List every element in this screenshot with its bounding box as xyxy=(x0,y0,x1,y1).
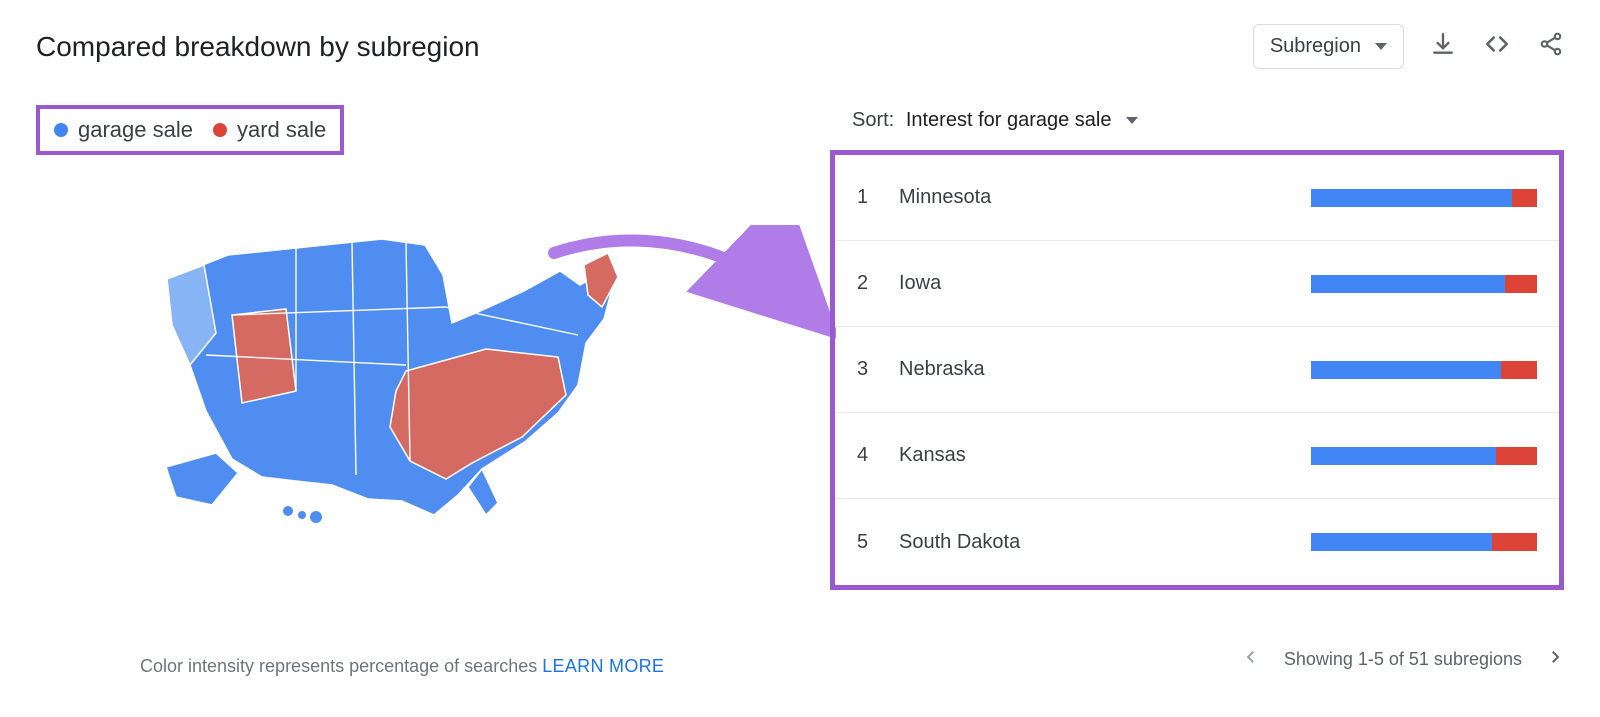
bar-seg-red xyxy=(1512,189,1537,207)
table-row[interactable]: 2 Iowa xyxy=(835,241,1559,327)
bar-seg-blue xyxy=(1311,361,1501,379)
caret-down-icon xyxy=(1375,43,1387,50)
rank: 1 xyxy=(857,186,899,209)
bar-seg-blue xyxy=(1311,447,1496,465)
sort-label: Sort: xyxy=(852,109,894,131)
header-actions: Subregion xyxy=(1253,24,1564,69)
interest-bar xyxy=(1311,275,1537,293)
scope-dropdown[interactable]: Subregion xyxy=(1253,24,1404,69)
sort-dropdown[interactable]: Interest for garage sale xyxy=(906,109,1138,132)
region-list: 1 Minnesota 2 Iowa xyxy=(830,150,1564,590)
table-row[interactable]: 1 Minnesota xyxy=(835,155,1559,241)
sort-row: Sort: Interest for garage sale xyxy=(830,105,1564,150)
interest-bar xyxy=(1311,189,1537,207)
region-name: South Dakota xyxy=(899,531,1299,554)
legend-label-1: yard sale xyxy=(237,117,326,143)
rank: 5 xyxy=(857,531,899,554)
rank: 3 xyxy=(857,358,899,381)
legend: garage sale yard sale xyxy=(36,105,344,155)
bar-seg-blue xyxy=(1311,275,1505,293)
chevron-right-icon[interactable] xyxy=(1540,642,1570,677)
content: garage sale yard sale xyxy=(0,69,1600,626)
legend-item-1: yard sale xyxy=(213,117,326,143)
interest-bar xyxy=(1311,361,1537,379)
caret-down-icon xyxy=(1126,117,1138,124)
bar-seg-red xyxy=(1492,533,1537,551)
bar-cell xyxy=(1299,361,1537,379)
pager-text: Showing 1-5 of 51 subregions xyxy=(1284,649,1522,670)
legend-label-0: garage sale xyxy=(78,117,193,143)
page-title: Compared breakdown by subregion xyxy=(36,31,480,63)
region-name: Minnesota xyxy=(899,186,1299,209)
rank: 4 xyxy=(857,444,899,467)
bar-seg-blue xyxy=(1311,533,1492,551)
bar-seg-red xyxy=(1505,275,1537,293)
map-footnote: Color intensity represents percentage of… xyxy=(140,656,664,677)
embed-icon[interactable] xyxy=(1482,31,1512,62)
right-panel: Sort: Interest for garage sale 1 Minneso… xyxy=(830,105,1564,590)
sort-value: Interest for garage sale xyxy=(906,109,1112,132)
interest-bar xyxy=(1311,533,1537,551)
bar-cell xyxy=(1299,275,1537,293)
legend-dot-1 xyxy=(213,123,227,137)
legend-dot-0 xyxy=(54,123,68,137)
scope-dropdown-label: Subregion xyxy=(1270,35,1361,58)
left-panel: garage sale yard sale xyxy=(36,105,806,590)
bar-cell xyxy=(1299,533,1537,551)
interest-bar xyxy=(1311,447,1537,465)
bar-seg-red xyxy=(1501,361,1537,379)
bar-seg-red xyxy=(1496,447,1537,465)
region-name: Nebraska xyxy=(899,358,1299,381)
table-row[interactable]: 4 Kansas xyxy=(835,413,1559,499)
table-row[interactable]: 3 Nebraska xyxy=(835,327,1559,413)
footnote-text: Color intensity represents percentage of… xyxy=(140,656,542,676)
us-map[interactable] xyxy=(146,215,806,530)
share-icon[interactable] xyxy=(1538,31,1564,62)
download-icon[interactable] xyxy=(1430,31,1456,62)
bar-seg-blue xyxy=(1311,189,1512,207)
bar-cell xyxy=(1299,447,1537,465)
rank: 2 xyxy=(857,272,899,295)
region-name: Iowa xyxy=(899,272,1299,295)
region-name: Kansas xyxy=(899,444,1299,467)
bar-cell xyxy=(1299,189,1537,207)
legend-item-0: garage sale xyxy=(54,117,193,143)
pager: Showing 1-5 of 51 subregions xyxy=(1236,642,1570,677)
header: Compared breakdown by subregion Subregio… xyxy=(0,0,1600,69)
table-row[interactable]: 5 South Dakota xyxy=(835,499,1559,585)
chevron-left-icon[interactable] xyxy=(1236,642,1266,677)
learn-more-link[interactable]: LEARN MORE xyxy=(542,656,664,676)
